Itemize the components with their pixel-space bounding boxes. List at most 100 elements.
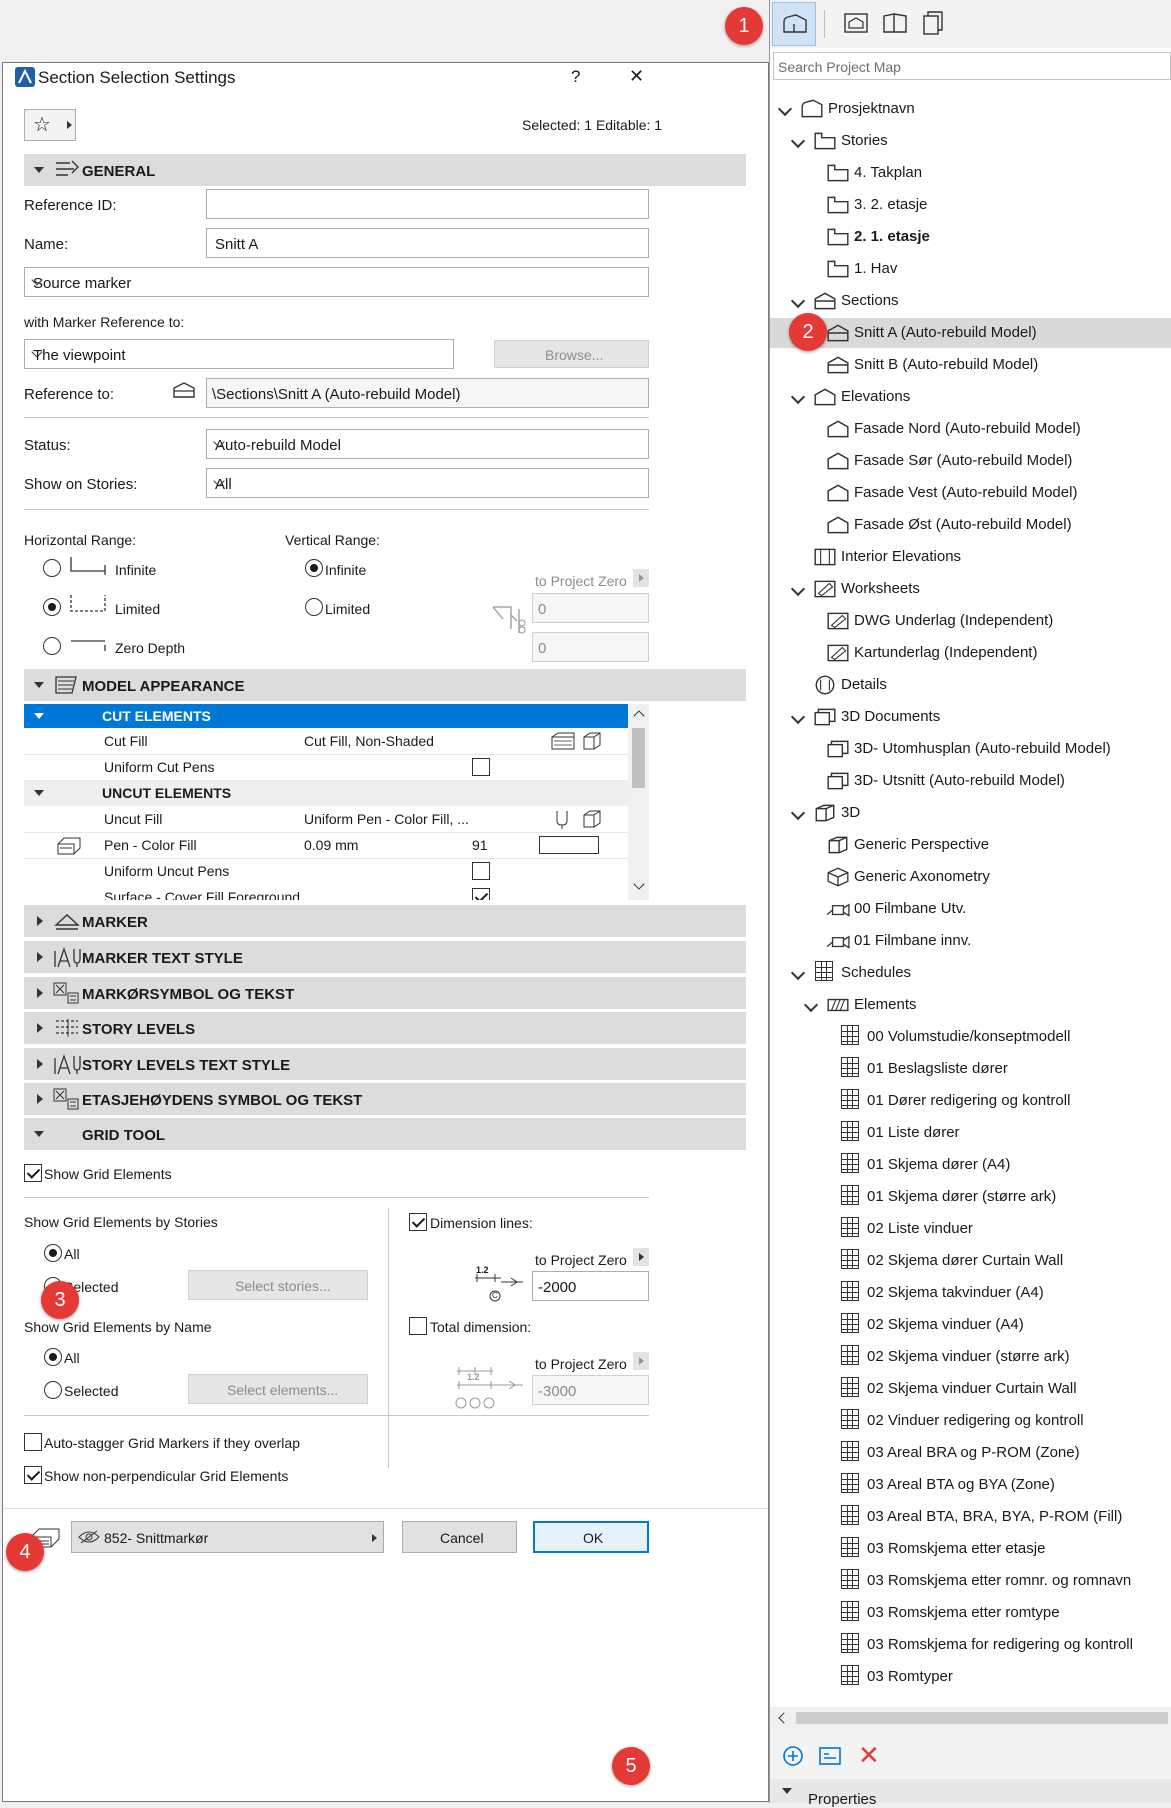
select-stories-button[interactable]: Select stories...: [188, 1270, 368, 1300]
tree-schedule-item[interactable]: 02 Skjema dører Curtain Wall: [770, 1246, 1171, 1276]
tree-section-item[interactable]: Snitt A (Auto-rebuild Model): [770, 318, 1171, 348]
h-range-limited-radio[interactable]: [43, 598, 61, 616]
layout-book-icon[interactable]: [882, 12, 908, 34]
tree-expand-icon[interactable]: [790, 133, 806, 149]
tree-schedule-item[interactable]: 03 Romtyper: [770, 1662, 1171, 1692]
total-arrow-button[interactable]: [633, 1352, 649, 1370]
pen-color-fill-row[interactable]: Pen - Color Fill 0.09 mm 91: [24, 832, 628, 859]
section-grid-tool-header[interactable]: GRID TOOL: [24, 1118, 746, 1150]
tree-schedule-item[interactable]: 03 Romskjema etter romnr. og romnavn: [770, 1566, 1171, 1596]
tree-expand-icon[interactable]: [790, 805, 806, 821]
cut-fill-row[interactable]: Cut Fill Cut Fill, Non-Shaded: [24, 728, 628, 755]
tree-3d-item[interactable]: Generic Perspective: [770, 830, 1171, 860]
tree-schedule-item[interactable]: 03 Areal BRA og P-ROM (Zone): [770, 1438, 1171, 1468]
tree-stories[interactable]: Stories: [770, 126, 1171, 156]
tree-expand-icon[interactable]: [803, 997, 819, 1013]
pen-color-swatch[interactable]: [539, 836, 599, 854]
h-range-zero-depth-radio[interactable]: [43, 637, 61, 655]
tree-schedule-item[interactable]: 03 Areal BTA, BRA, BYA, P-ROM (Fill): [770, 1502, 1171, 1532]
tree-3d-documents[interactable]: 3D Documents: [770, 702, 1171, 732]
tree-project[interactable]: Prosjektnavn: [770, 94, 1171, 124]
section-markorsymbol-header[interactable]: MARKØRSYMBOL OG TEKST: [24, 977, 746, 1009]
tree-elevation-item[interactable]: Fasade Sør (Auto-rebuild Model): [770, 446, 1171, 476]
tree-expand-icon[interactable]: [790, 293, 806, 309]
v-range-top-input[interactable]: 0: [532, 593, 649, 623]
tree-story-item[interactable]: 1. Hav: [770, 254, 1171, 284]
surface-row[interactable]: Surface - Cover Fill Foreground: [24, 884, 628, 900]
tree-schedule-item[interactable]: 03 Romskjema etter romtype: [770, 1598, 1171, 1628]
grid-name-selected-radio[interactable]: [44, 1381, 62, 1399]
tree-interior-elevations[interactable]: Interior Elevations: [770, 542, 1171, 572]
search-project-map-input[interactable]: Search Project Map: [773, 52, 1171, 80]
section-model-appearance-header[interactable]: MODEL APPEARANCE: [24, 669, 746, 701]
tree-3d-item[interactable]: 01 Filmbane innv.: [770, 926, 1171, 956]
tree-3d-item[interactable]: 00 Filmbane Utv.: [770, 894, 1171, 924]
tree-schedule-item[interactable]: 01 Beslagsliste dører: [770, 1054, 1171, 1084]
tree-3d-item[interactable]: Generic Axonometry: [770, 862, 1171, 892]
total-dimension-checkbox[interactable]: [409, 1317, 427, 1335]
scroll-left-icon[interactable]: [778, 1712, 790, 1724]
close-button[interactable]: ✕: [629, 67, 644, 85]
tree-section-item[interactable]: Snitt B (Auto-rebuild Model): [770, 350, 1171, 380]
tree-details[interactable]: Details: [770, 670, 1171, 700]
scroll-down-icon[interactable]: [633, 878, 645, 890]
uniform-uncut-pens-row[interactable]: Uniform Uncut Pens: [24, 858, 628, 884]
scrollbar-thumb[interactable]: [632, 728, 645, 788]
help-button[interactable]: ?: [571, 68, 580, 85]
v-range-infinite-radio[interactable]: [305, 559, 323, 577]
non-perpendicular-checkbox[interactable]: [24, 1466, 42, 1484]
uniform-uncut-pens-checkbox[interactable]: [472, 862, 490, 880]
name-input[interactable]: Snitt A: [206, 228, 649, 258]
show-on-stories-select[interactable]: All: [206, 468, 649, 498]
dim-arrow-button[interactable]: [633, 1248, 649, 1266]
tree-expand-icon[interactable]: [790, 389, 806, 405]
tree-expand-icon[interactable]: [790, 581, 806, 597]
properties-panel-header[interactable]: Properties: [770, 1779, 1171, 1807]
tree-worksheets[interactable]: Worksheets: [770, 574, 1171, 604]
uniform-cut-pens-row[interactable]: Uniform Cut Pens: [24, 754, 628, 780]
marker-reference-select[interactable]: The viewpoint: [24, 339, 454, 369]
tree-expand-icon[interactable]: [790, 709, 806, 725]
section-etasjehoydens-header[interactable]: ETASJEHØYDENS SYMBOL OG TEKST: [24, 1083, 746, 1115]
reference-id-input[interactable]: [206, 189, 649, 219]
tree-worksheet-item[interactable]: DWG Underlag (Independent): [770, 606, 1171, 636]
grid-stories-all-radio[interactable]: [44, 1244, 62, 1262]
tree-schedule-item[interactable]: 02 Skjema vinduer (større ark): [770, 1342, 1171, 1372]
publisher-sets-icon[interactable]: [922, 10, 946, 36]
tree-story-item[interactable]: 2. 1. etasje: [770, 222, 1171, 252]
tree-schedule-item[interactable]: 03 Romskjema etter etasje: [770, 1534, 1171, 1564]
add-view-icon[interactable]: [782, 1745, 804, 1767]
uniform-cut-pens-checkbox[interactable]: [472, 758, 490, 776]
view-settings-icon[interactable]: [819, 1746, 841, 1766]
project-map-tab[interactable]: [772, 2, 816, 46]
tree-3d-document-item[interactable]: 3D- Utomhusplan (Auto-rebuild Model): [770, 734, 1171, 764]
scrollbar-thumb[interactable]: [796, 1712, 1168, 1724]
tree-schedule-item[interactable]: 02 Vinduer redigering og kontroll: [770, 1406, 1171, 1436]
tree-schedule-item[interactable]: 01 Skjema dører (større ark): [770, 1182, 1171, 1212]
dimension-value-input[interactable]: -2000: [532, 1271, 649, 1301]
section-story-levels-text-style-header[interactable]: STORY LEVELS TEXT STYLE: [24, 1048, 746, 1080]
tree-schedule-item[interactable]: 01 Dører redigering og kontroll: [770, 1086, 1171, 1116]
tree-schedules[interactable]: Schedules: [770, 958, 1171, 988]
view-map-icon[interactable]: [843, 12, 869, 34]
cancel-button[interactable]: Cancel: [402, 1521, 517, 1553]
select-elements-button[interactable]: Select elements...: [188, 1374, 368, 1404]
tree-sections[interactable]: Sections: [770, 286, 1171, 316]
show-grid-elements-checkbox[interactable]: [24, 1164, 42, 1182]
section-general-header[interactable]: GENERAL: [24, 154, 746, 186]
uncut-fill-row[interactable]: Uncut Fill Uniform Pen - Color Fill, ...: [24, 806, 628, 833]
grid-name-all-radio[interactable]: [44, 1348, 62, 1366]
tree-schedule-item[interactable]: 03 Romskjema for redigering og kontroll: [770, 1630, 1171, 1660]
tree-elevations[interactable]: Elevations: [770, 382, 1171, 412]
favorite-select[interactable]: 852- Snittmarkør: [71, 1521, 384, 1553]
tree-elevation-item[interactable]: Fasade Øst (Auto-rebuild Model): [770, 510, 1171, 540]
tree-elevation-item[interactable]: Fasade Vest (Auto-rebuild Model): [770, 478, 1171, 508]
auto-stagger-checkbox[interactable]: [24, 1433, 42, 1451]
tree-expand-icon[interactable]: [777, 101, 793, 117]
total-value-input[interactable]: -3000: [532, 1375, 649, 1405]
tree-expand-icon[interactable]: [790, 965, 806, 981]
tree-worksheet-item[interactable]: Kartunderlag (Independent): [770, 638, 1171, 668]
delete-icon[interactable]: ✕: [858, 1742, 880, 1768]
cut-elements-row[interactable]: CUT ELEMENTS: [24, 704, 628, 728]
tree-3d-document-item[interactable]: 3D- Utsnitt (Auto-rebuild Model): [770, 766, 1171, 796]
